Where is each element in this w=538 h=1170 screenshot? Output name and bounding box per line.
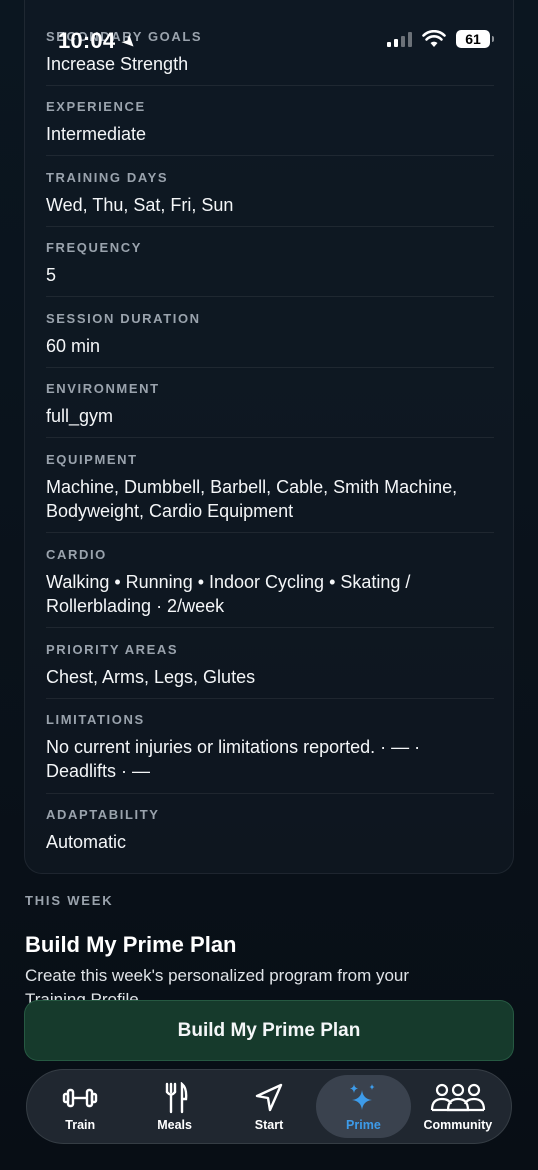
divider — [46, 85, 494, 86]
field-value: Wed, Thu, Sat, Fri, Sun — [46, 195, 234, 215]
tab-train[interactable]: Train — [33, 1075, 127, 1138]
field-value: full_gym — [46, 406, 114, 426]
build-prime-plan-button[interactable]: Build My Prime Plan — [24, 1000, 514, 1061]
field-label: SESSION DURATION — [46, 311, 201, 326]
divider — [46, 698, 494, 699]
field-environment: ENVIRONMENT full_gym — [46, 381, 494, 428]
tab-bar: Train Meals Start Prime Community — [26, 1069, 512, 1144]
field-priority-areas: PRIORITY AREAS Chest, Arms, Legs, Glutes — [46, 642, 494, 689]
divider — [46, 437, 494, 438]
location-arrow-icon — [255, 1083, 283, 1111]
field-label: ENVIRONMENT — [46, 381, 160, 396]
section-title: Build My Prime Plan — [25, 932, 237, 957]
status-bar: 10:04 ➤ 61 — [0, 0, 538, 70]
field-label: CARDIO — [46, 547, 107, 562]
field-value: 60 min — [46, 336, 101, 356]
field-value: Chest, Arms, Legs, Glutes — [46, 667, 256, 687]
divider — [46, 532, 494, 533]
training-profile-card: SECONDARY GOALS Increase Strength EXPERI… — [24, 0, 514, 874]
cellular-signal-icon — [387, 31, 412, 47]
tab-label: Community — [423, 1117, 493, 1132]
status-time: 10:04 ➤ — [58, 28, 142, 54]
sparkles-icon — [350, 1083, 375, 1110]
field-value: No current injuries or limitations repor… — [46, 737, 421, 781]
field-experience: EXPERIENCE Intermediate — [46, 99, 494, 146]
field-label: EXPERIENCE — [46, 99, 146, 114]
field-limitations: LIMITATIONS No current injuries or limit… — [46, 712, 494, 783]
tab-label: Start — [254, 1117, 284, 1132]
field-value: Intermediate — [46, 124, 147, 144]
tab-label: Meals — [157, 1117, 192, 1132]
section-label: THIS WEEK — [25, 893, 114, 908]
field-label: TRAINING DAYS — [46, 170, 169, 185]
field-label: EQUIPMENT — [46, 452, 138, 467]
field-training-days: TRAINING DAYS Wed, Thu, Sat, Fri, Sun — [46, 170, 494, 217]
status-indicators: 61 — [387, 30, 494, 48]
field-label: FREQUENCY — [46, 240, 143, 255]
divider — [46, 367, 494, 368]
field-label: ADAPTABILITY — [46, 807, 160, 822]
divider — [46, 627, 494, 628]
field-value: Walking • Running • Indoor Cycling • Ska… — [46, 572, 411, 616]
tab-start[interactable]: Start — [222, 1075, 316, 1138]
fork-knife-icon — [165, 1081, 187, 1113]
tab-prime[interactable]: Prime — [316, 1075, 411, 1138]
dumbbell-icon — [63, 1088, 98, 1107]
divider — [46, 226, 494, 227]
this-week-section: THIS WEEK Build My Prime Plan Create thi… — [25, 893, 515, 1012]
field-equipment: EQUIPMENT Machine, Dumbbell, Barbell, Ca… — [46, 452, 494, 523]
field-adaptability: ADAPTABILITY Automatic — [46, 807, 494, 854]
field-frequency: FREQUENCY 5 — [46, 240, 494, 287]
field-label: LIMITATIONS — [46, 712, 145, 727]
tab-community[interactable]: Community — [411, 1075, 505, 1138]
location-arrow-icon: ➤ — [117, 30, 142, 54]
field-session-duration: SESSION DURATION 60 min — [46, 311, 494, 358]
field-value: Automatic — [46, 832, 127, 852]
field-label: PRIORITY AREAS — [46, 642, 179, 657]
divider — [46, 793, 494, 794]
divider — [46, 155, 494, 156]
wifi-icon — [422, 30, 446, 47]
field-value: 5 — [46, 265, 57, 285]
field-value: Machine, Dumbbell, Barbell, Cable, Smith… — [46, 477, 458, 521]
people-icon — [430, 1083, 485, 1111]
tab-label: Train — [65, 1117, 96, 1132]
field-cardio: CARDIO Walking • Running • Indoor Cyclin… — [46, 547, 494, 618]
battery-icon: 61 — [456, 30, 494, 48]
tab-label: Prime — [346, 1117, 381, 1132]
divider — [46, 296, 494, 297]
tab-meals[interactable]: Meals — [127, 1075, 221, 1138]
